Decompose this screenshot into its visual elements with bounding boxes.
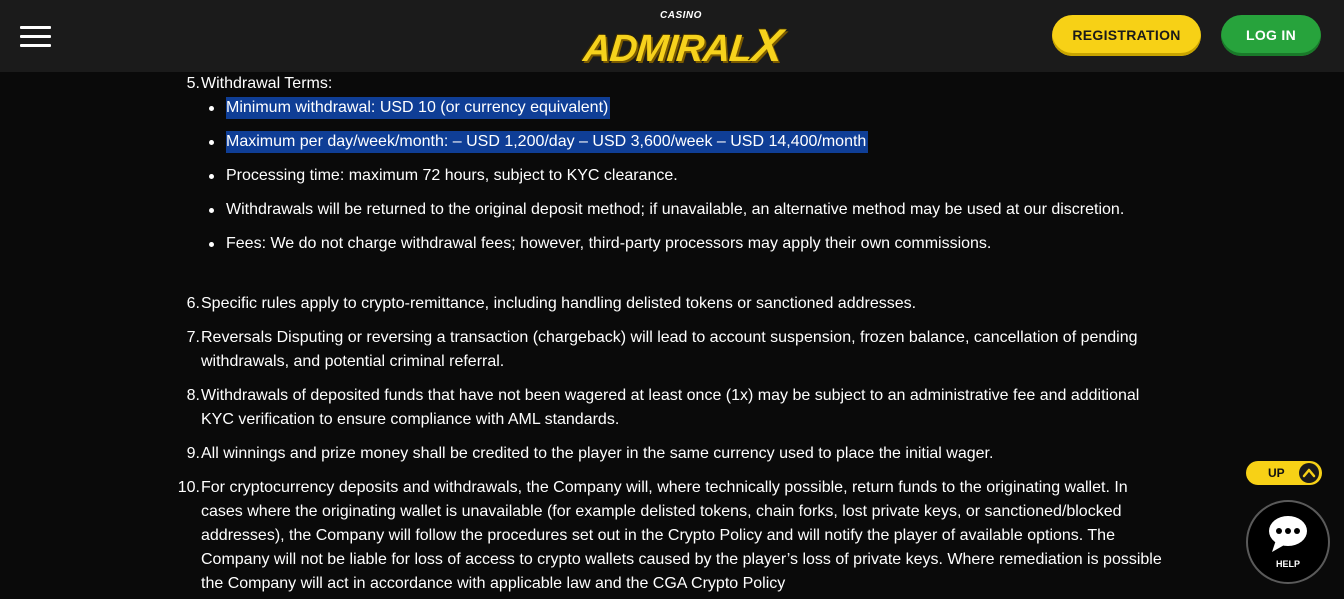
bullet-dot [209,140,214,145]
hamburger-menu-icon[interactable] [20,26,51,48]
list-item: Specific rules apply to crypto-remittanc… [201,295,917,312]
list-item: All winnings and prize money shall be cr… [201,445,994,462]
admiralx-logo[interactable]: CASINO ADMIRALX [580,8,784,71]
list-item: Withdrawals will be returned to the orig… [226,201,1125,218]
list-item: KYC verification to ensure compliance wi… [201,411,620,428]
bullet-dot [209,174,214,179]
list-item: Fees: We do not charge withdrawal fees; … [226,235,992,252]
list-item: the Company will act in accordance with … [201,575,786,592]
list-number: 10. [177,479,200,496]
list-item: For cryptocurrency deposits and withdraw… [201,479,1128,496]
bullet-dot [209,208,214,213]
help-label: HELP [1275,559,1300,569]
list-number: 8. [186,387,200,404]
list-number: 9. [186,445,200,462]
list-item: Minimum withdrawal: USD 10 (or currency … [226,96,611,120]
list-item: Withdrawals of deposited funds that have… [201,387,1140,404]
highlighted-text: Maximum per day/week/month: – USD 1,200/… [226,131,869,153]
registration-button[interactable]: REGISTRATION [1052,15,1201,56]
help-chat-button[interactable]: HELP [1246,500,1330,584]
list-item: Reversals Disputing or reversing a trans… [201,329,1138,346]
logo-wordmark: ADMIRALX [581,19,785,71]
terms-content: 5. Withdrawal Terms: Minimum withdrawal:… [0,72,1344,599]
chat-bubble-icon [1266,512,1310,556]
withdrawal-terms-title: Withdrawal Terms: [201,75,333,92]
bullet-dot [209,106,214,111]
list-item: addresses), the Company will follow the … [201,527,1115,544]
list-item: Maximum per day/week/month: – USD 1,200/… [226,130,869,154]
highlighted-text: Minimum withdrawal: USD 10 (or currency … [226,97,611,119]
up-label: UP [1268,466,1285,480]
list-item: cases where the originating wallet is un… [201,503,1122,520]
chevron-up-icon [1299,463,1319,483]
list-number: 6. [186,295,200,312]
list-item: Processing time: maximum 72 hours, subje… [226,167,678,184]
list-item: Company will not be liable for loss of a… [201,551,1162,568]
login-button[interactable]: LOG IN [1221,15,1321,56]
scroll-up-button[interactable]: UP [1246,461,1322,485]
list-number: 5. [186,75,200,92]
list-item: withdrawals, and potential criminal refe… [201,353,505,370]
bullet-dot [209,242,214,247]
site-header: CASINO ADMIRALX REGISTRATION LOG IN [0,0,1344,72]
list-number: 7. [186,329,200,346]
